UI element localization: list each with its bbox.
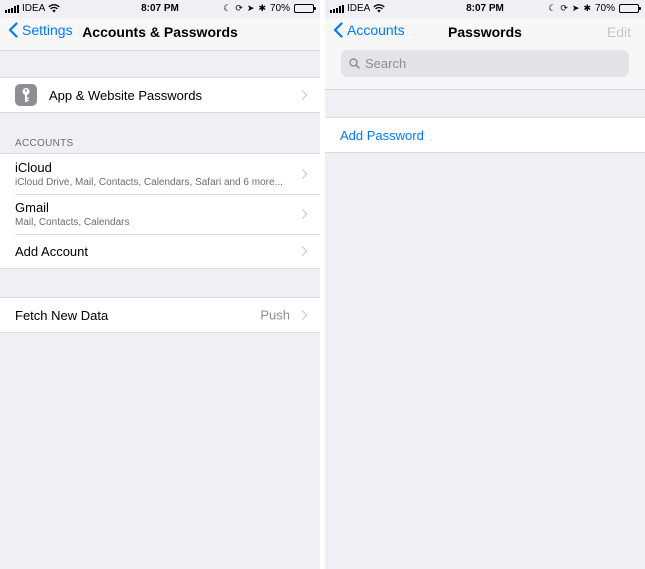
add-account-item[interactable]: Add Account [0,234,320,268]
bluetooth-icon: ✱ [258,3,266,13]
status-bar: IDEA 8:07 PM ☾ ⟳ ➤ ✱ 70% [325,0,645,18]
account-title: Gmail [15,200,49,215]
back-button-label: Settings [22,22,73,38]
rotation-lock-icon: ⟳ [560,3,568,13]
fetch-new-data-value: Push [260,307,290,323]
moon-icon: ☾ [223,3,232,13]
chevron-left-icon [8,22,18,38]
fetch-new-data-item[interactable]: Fetch New Data Push [0,298,320,332]
back-button[interactable]: Accounts [333,22,405,38]
moon-icon: ☾ [548,3,557,13]
chevron-right-icon [297,310,308,320]
battery-icon [294,4,316,13]
search-icon [349,58,360,69]
passwords-screen: IDEA 8:07 PM ☾ ⟳ ➤ ✱ 70% Accounts Passwo… [325,0,645,569]
nav-divider [0,50,320,51]
add-password-button[interactable]: Add Password [325,118,645,152]
chevron-right-icon [297,246,308,256]
accounts-passwords-screen: IDEA 8:07 PM ☾ ⟳ ➤ ✱ 70% Settings Accoun… [0,0,320,569]
accounts-section-header: ACCOUNTS [15,138,74,149]
fetch-group: Fetch New Data Push [0,297,320,333]
location-icon: ➤ [246,3,255,13]
edit-button[interactable]: Edit [607,24,631,40]
location-icon: ➤ [571,3,580,13]
search-input[interactable] [365,56,595,71]
account-title: iCloud [15,160,52,175]
back-button[interactable]: Settings [8,22,73,38]
status-bar: IDEA 8:07 PM ☾ ⟳ ➤ ✱ 70% [0,0,320,18]
chevron-right-icon [297,209,308,219]
chevron-right-icon [297,90,308,100]
chevron-left-icon [333,22,343,38]
account-subtitle: iCloud Drive, Mail, Contacts, Calendars,… [15,177,283,188]
fetch-new-data-label: Fetch New Data [15,307,109,323]
chevron-right-icon [297,169,308,179]
accounts-group: iCloud iCloud Drive, Mail, Contacts, Cal… [0,153,320,269]
search-bar-area [325,50,645,90]
passwords-group: App & Website Passwords [0,77,320,113]
battery-icon [619,4,641,13]
account-item-gmail[interactable]: Gmail Mail, Contacts, Calendars [0,194,320,234]
battery-percent: 70% [594,3,615,14]
account-item-icloud[interactable]: iCloud iCloud Drive, Mail, Contacts, Cal… [0,154,320,194]
app-website-passwords-label: App & Website Passwords [49,87,202,103]
add-account-label: Add Account [15,243,88,259]
search-field[interactable] [341,50,629,77]
nav-bar: Settings Accounts & Passwords [0,18,320,50]
app-website-passwords-item[interactable]: App & Website Passwords [0,78,320,112]
bluetooth-icon: ✱ [583,3,591,13]
nav-bar: Accounts Passwords Edit [325,18,645,50]
battery-percent: 70% [269,3,290,14]
key-icon [15,84,37,106]
add-password-group: Add Password [325,117,645,153]
rotation-lock-icon: ⟳ [235,3,243,13]
back-button-label: Accounts [347,22,405,38]
account-subtitle: Mail, Contacts, Calendars [15,217,130,228]
